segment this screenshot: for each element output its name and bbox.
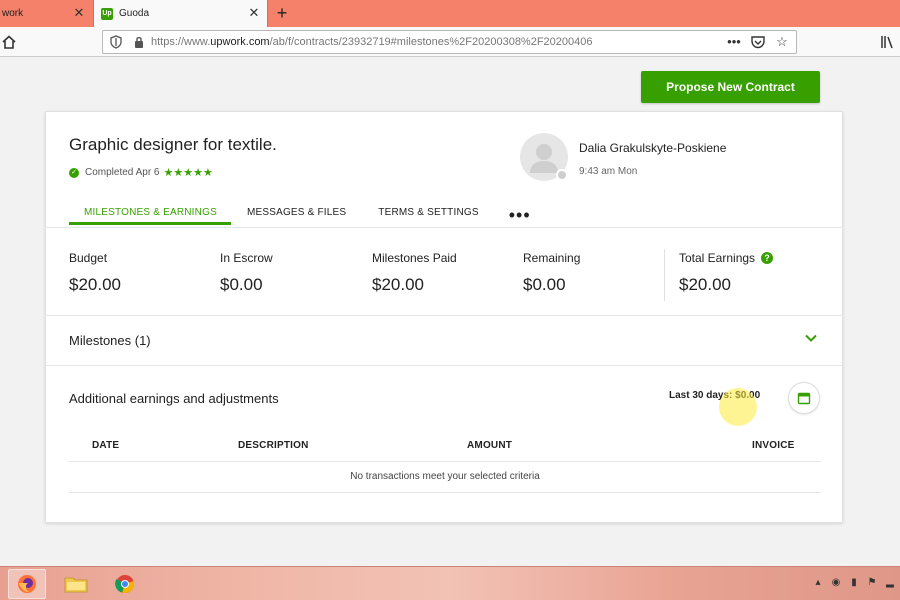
column-header-invoice: INVOICE	[752, 440, 795, 451]
page-actions-icon[interactable]: •••	[726, 34, 742, 50]
stat-value: $0.00	[523, 275, 566, 294]
date-range-button[interactable]	[788, 382, 820, 414]
close-tab-icon[interactable]: ✕	[72, 6, 86, 20]
shield-icon[interactable]	[109, 35, 123, 49]
propose-new-contract-button[interactable]: Propose New Contract	[641, 71, 820, 103]
empty-table-message: No transactions meet your selected crite…	[350, 471, 540, 482]
stat-in-escrow: In Escrow $0.00	[220, 251, 273, 295]
stat-value: $20.00	[372, 275, 424, 294]
firefox-icon	[18, 575, 36, 593]
taskbar-file-explorer[interactable]	[57, 569, 95, 599]
divider	[46, 365, 842, 366]
tab-title: Guoda	[119, 8, 150, 19]
stat-label: Milestones Paid	[372, 251, 457, 265]
help-icon[interactable]: ?	[761, 252, 774, 264]
status-text: Completed Apr 6	[85, 167, 160, 178]
folder-icon	[64, 577, 88, 593]
divider	[69, 461, 821, 462]
bookmark-star-icon[interactable]: ☆	[774, 34, 790, 50]
freelancer-local-time: 9:43 am Mon	[579, 166, 638, 177]
url-bar[interactable]: https://www.upwork.com/ab/f/contracts/23…	[102, 30, 797, 54]
tab-messages-files[interactable]: MESSAGES & FILES	[231, 203, 362, 225]
flag-icon[interactable]: ⚑	[866, 577, 878, 589]
stat-total-earnings: Total Earnings? $20.00	[679, 251, 774, 295]
url-text[interactable]: https://www.upwork.com/ab/f/contracts/23…	[151, 36, 593, 48]
stat-label: Total Earnings?	[679, 251, 774, 265]
browser-navbar: https://www.upwork.com/ab/f/contracts/23…	[0, 27, 900, 57]
tab-terms-settings[interactable]: TERMS & SETTINGS	[362, 203, 494, 225]
more-options-icon[interactable]: •••	[495, 203, 545, 225]
freelancer-name[interactable]: Dalia Grakulskyte-Poskiene	[579, 141, 726, 155]
home-icon[interactable]	[0, 33, 18, 51]
rating-stars: ★★★★★	[163, 167, 213, 179]
network-status-icon[interactable]: ◉	[830, 577, 842, 589]
cursor-highlight	[719, 388, 757, 426]
stat-milestones-paid: Milestones Paid $20.00	[372, 251, 457, 295]
divider	[46, 227, 842, 228]
show-hidden-icons-icon[interactable]: ▴	[812, 577, 824, 589]
stat-label: Remaining	[523, 251, 581, 265]
stat-value: $20.00	[679, 275, 731, 294]
check-icon: ✓	[69, 167, 79, 178]
close-tab-icon[interactable]: ✕	[247, 6, 261, 20]
stat-value: $0.00	[220, 275, 263, 294]
os-taskbar: ▴ ◉ ▮ ⚑ ▂	[0, 566, 900, 600]
contract-card: Graphic designer for textile. ✓ Complete…	[45, 111, 843, 523]
divider	[69, 492, 821, 493]
calendar-icon	[797, 392, 811, 405]
upwork-favicon-icon: Up	[101, 7, 113, 20]
taskbar-chrome[interactable]	[106, 569, 144, 599]
stat-remaining: Remaining $0.00	[523, 251, 580, 295]
contract-title: Graphic designer for textile.	[69, 135, 277, 154]
stat-budget: Budget $20.00	[69, 251, 121, 295]
new-tab-button[interactable]: +	[272, 2, 292, 24]
browser-tab-inactive[interactable]: work ✕	[0, 0, 92, 27]
chevron-down-icon[interactable]	[804, 331, 818, 345]
signal-icon[interactable]: ▂	[884, 577, 896, 589]
browser-tab-active[interactable]: Up Guoda ✕	[93, 0, 268, 27]
column-header-description: DESCRIPTION	[238, 440, 309, 451]
stat-label: Budget	[69, 251, 108, 265]
column-header-date: DATE	[92, 440, 120, 451]
tab-title: work	[2, 8, 24, 19]
library-icon[interactable]	[880, 34, 896, 50]
milestones-header[interactable]: Milestones (1)	[69, 333, 151, 348]
tab-milestones-earnings[interactable]: MILESTONES & EARNINGS	[69, 203, 231, 225]
lock-icon[interactable]	[133, 35, 145, 49]
adjustments-title: Additional earnings and adjustments	[69, 391, 279, 406]
contract-status: ✓ Completed Apr 6 ★★★★★	[69, 166, 213, 179]
system-tray: ▴ ◉ ▮ ⚑ ▂	[812, 577, 896, 589]
chrome-icon	[115, 575, 135, 594]
stat-label: In Escrow	[220, 251, 273, 265]
contract-tabs: MILESTONES & EARNINGS MESSAGES & FILES T…	[69, 203, 545, 225]
pocket-icon[interactable]	[750, 34, 766, 50]
battery-icon[interactable]: ▮	[848, 577, 860, 589]
column-header-amount: AMOUNT	[467, 440, 513, 451]
divider	[46, 315, 842, 316]
online-status-dot	[556, 169, 568, 181]
divider	[664, 249, 665, 301]
stat-value: $20.00	[69, 275, 121, 294]
taskbar-firefox[interactable]	[8, 569, 46, 599]
browser-tabstrip: work ✕ Up Guoda ✕ +	[0, 0, 900, 27]
